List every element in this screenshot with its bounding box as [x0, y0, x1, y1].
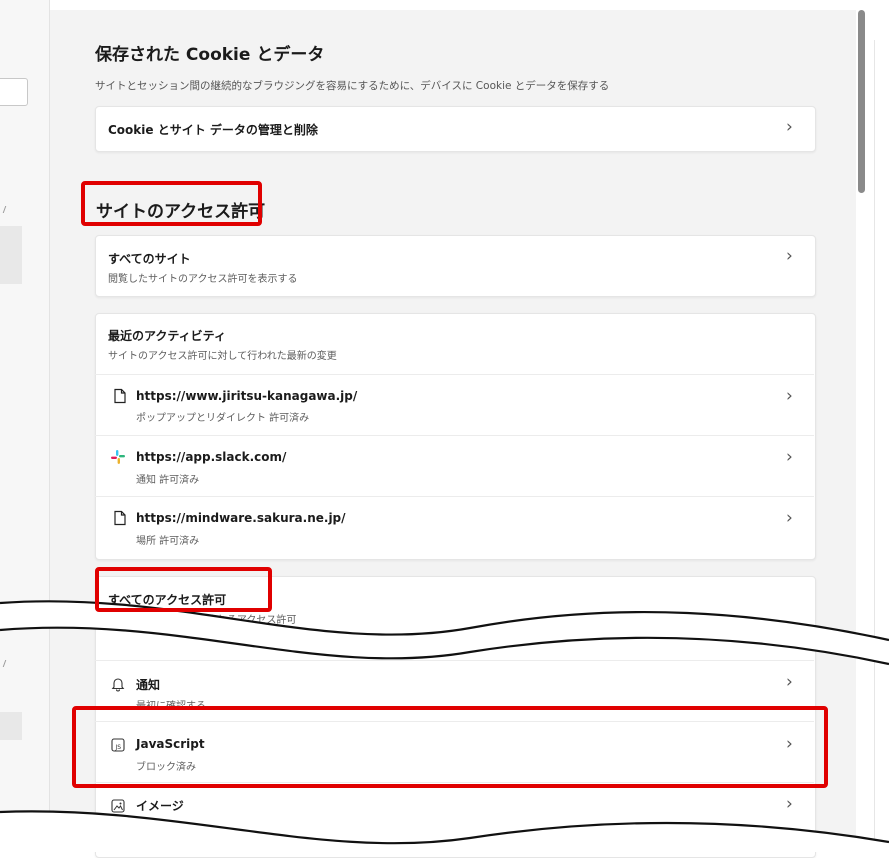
page-icon	[114, 388, 126, 404]
slack-icon	[111, 450, 125, 464]
recent-activity-subtitle: サイトのアクセス許可に対して行われた最新の変更	[108, 351, 337, 362]
recent-item-url: https://www.jiritsu-kanagawa.jp/	[136, 389, 358, 403]
all-sites-row[interactable]	[95, 235, 816, 297]
cookies-description: サイトとセッション間の継続的なブラウジングを容易にするために、デバイスに Coo…	[95, 80, 610, 92]
image-icon	[111, 799, 125, 813]
left-nav-selected-block[interactable]	[0, 226, 22, 284]
top-strip	[50, 0, 856, 10]
chevron-right-icon: ›	[786, 117, 793, 137]
chevron-right-icon: ›	[786, 386, 793, 406]
permission-title: イメージ	[136, 799, 184, 813]
permission-title: 通知	[136, 678, 161, 692]
chevron-right-icon: ›	[786, 794, 793, 814]
manage-cookies-label: Cookie とサイト データの管理と削除	[108, 123, 318, 137]
highlight-javascript-row	[72, 706, 828, 788]
recent-item-row[interactable]	[95, 375, 814, 435]
all-sites-subtitle: 閲覧したサイトのアクセス許可を表示する	[108, 274, 298, 285]
recent-activity-title: 最近のアクティビティ	[108, 329, 226, 343]
page-icon	[114, 510, 126, 526]
chevron-right-icon: ›	[786, 246, 793, 266]
all-sites-title: すべてのサイト	[108, 252, 191, 266]
chevron-right-icon: ›	[786, 447, 793, 467]
vertical-scrollbar[interactable]	[858, 10, 865, 193]
recent-item-row[interactable]	[95, 436, 814, 496]
permission-row-images[interactable]	[95, 783, 814, 843]
highlight-all-permissions	[95, 567, 272, 612]
right-divider	[874, 40, 875, 852]
search-input-stub[interactable]	[0, 78, 28, 106]
recent-item-row[interactable]	[95, 497, 814, 557]
recent-item-url: https://app.slack.com/	[136, 450, 287, 464]
cookies-heading: 保存された Cookie とデータ	[95, 45, 325, 65]
all-permissions-subtitle: すべてのサイトに適用されるアクセス許可	[108, 615, 297, 626]
permission-subtitle: すべて表示	[136, 822, 185, 833]
chevron-right-icon: ›	[786, 672, 793, 692]
chevron-right-icon: ›	[786, 508, 793, 528]
recent-item-status: 場所 許可済み	[136, 536, 200, 547]
recent-item-url: https://mindware.sakura.ne.jp/	[136, 511, 346, 525]
highlight-site-permissions	[81, 181, 262, 226]
left-nav-block[interactable]	[0, 712, 22, 740]
recent-item-status: 通知 許可済み	[136, 475, 200, 486]
bell-icon	[111, 678, 125, 692]
recent-item-status: ポップアップとリダイレクト 許可済み	[136, 413, 310, 424]
